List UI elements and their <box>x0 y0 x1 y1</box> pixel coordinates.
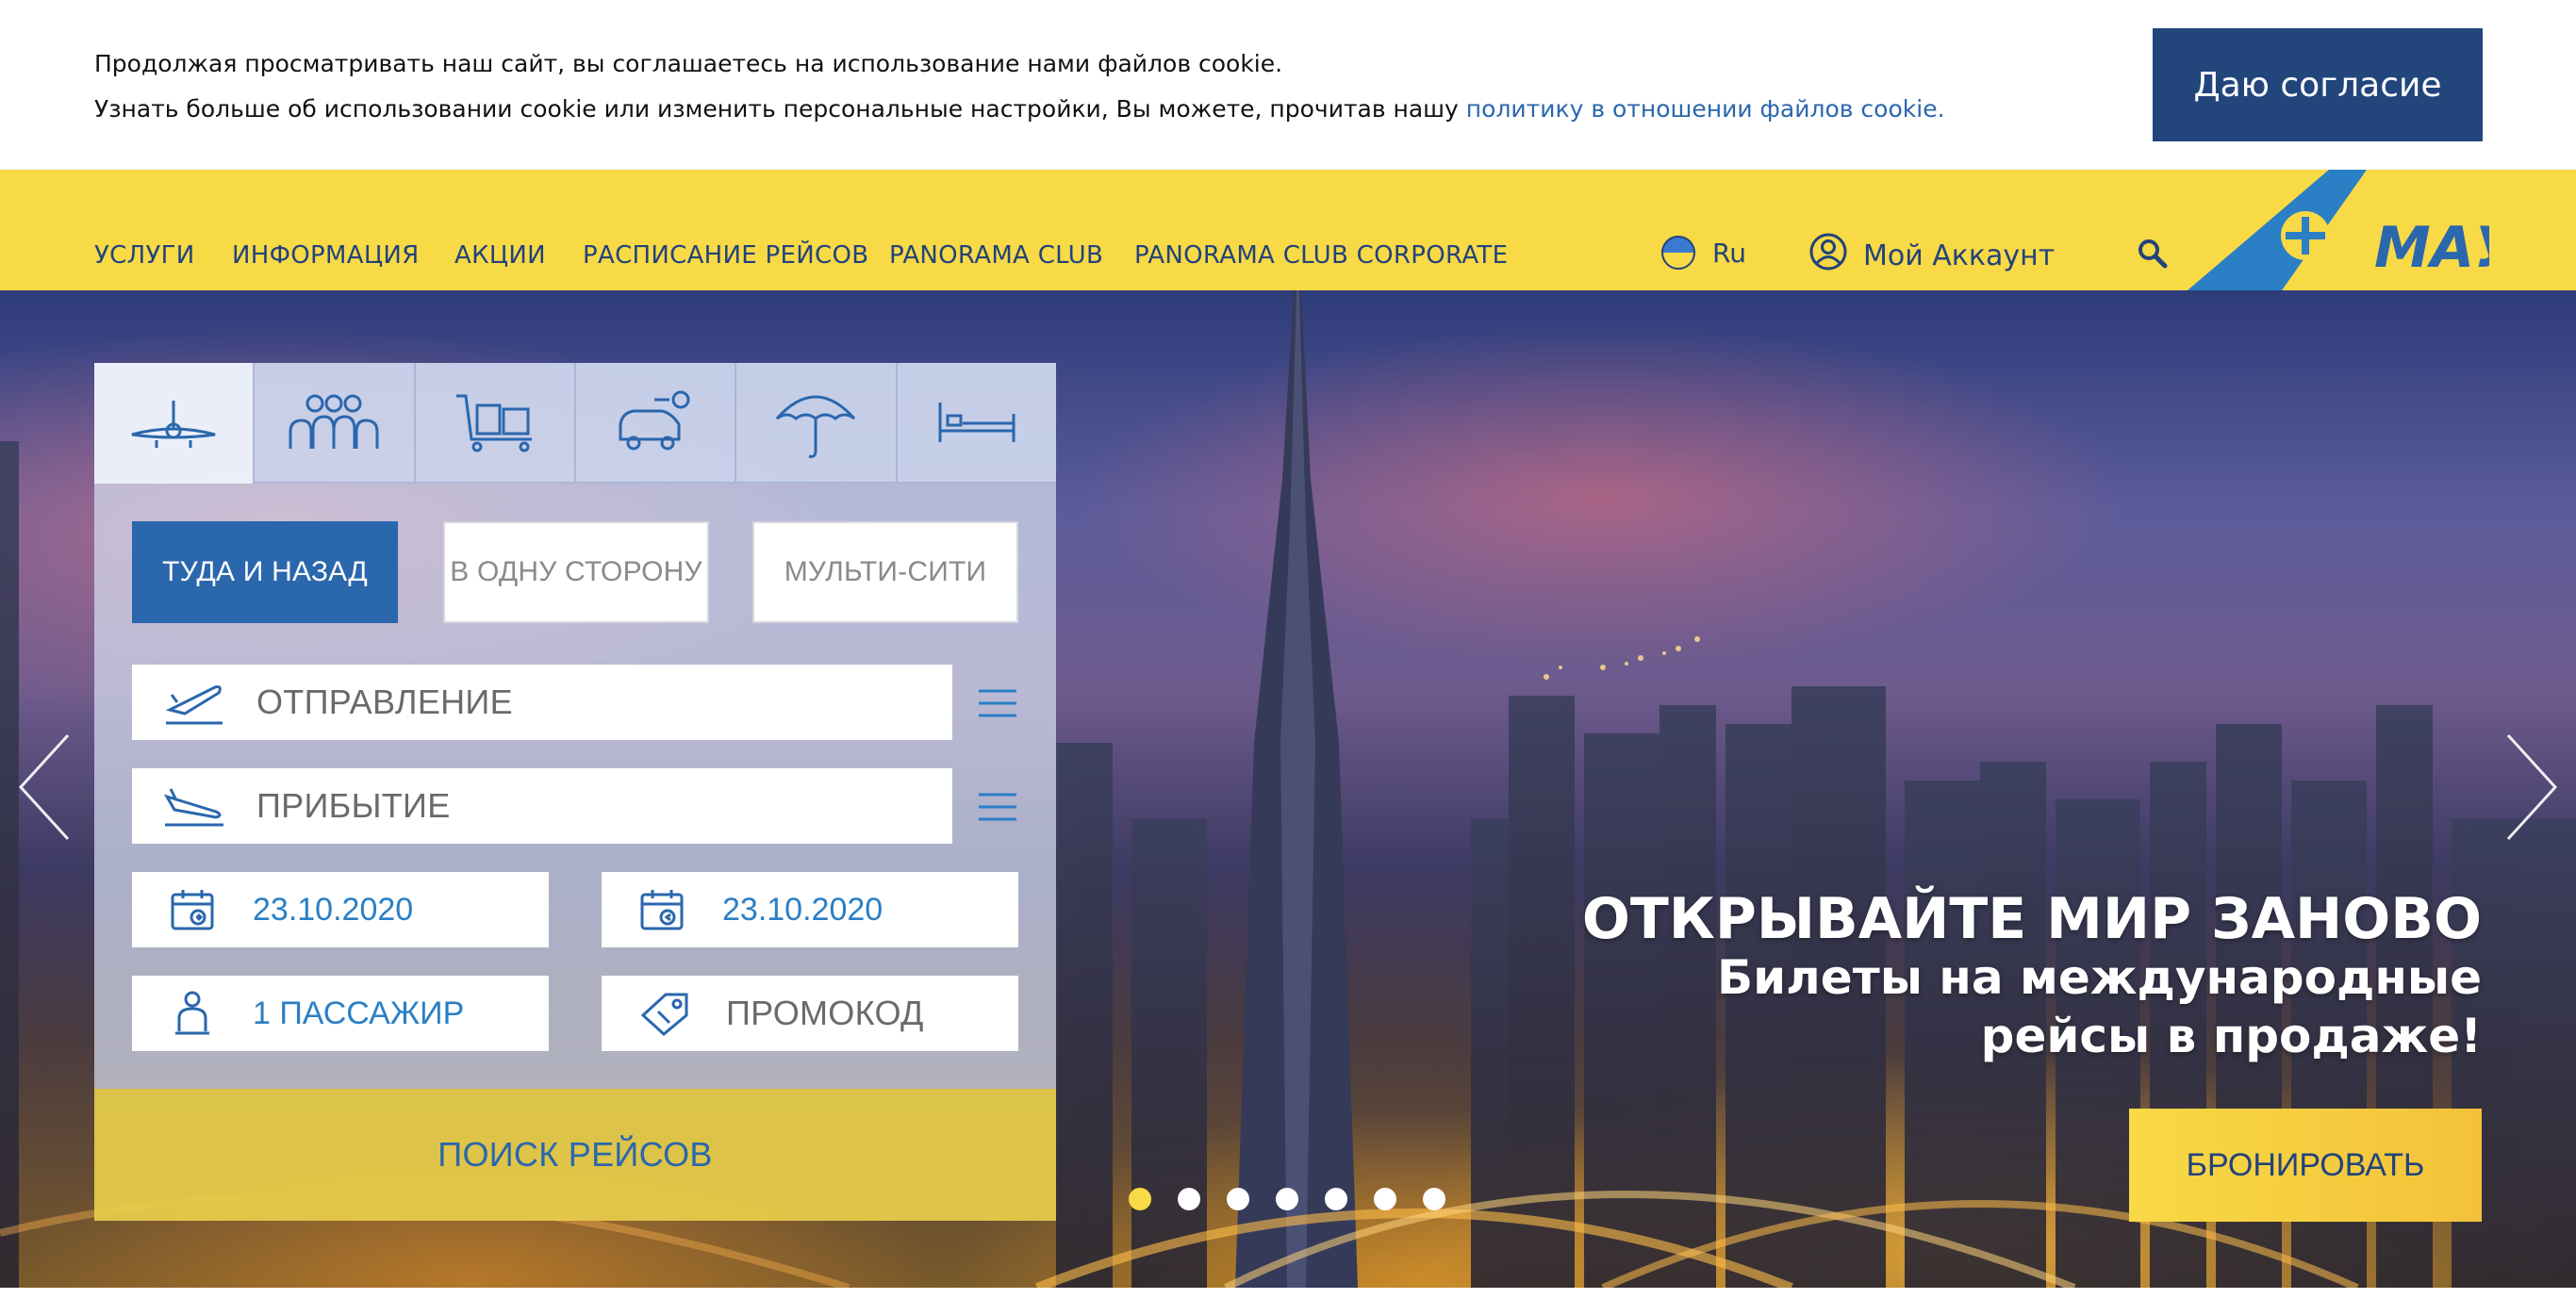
consent-button[interactable]: Даю согласие <box>2153 28 2483 141</box>
nav-item-information[interactable]: ИНФОРМАЦИЯ <box>232 170 419 290</box>
book-button[interactable]: БРОНИРОВАТЬ <box>2129 1109 2482 1222</box>
return-date-value: 23.10.2020 <box>722 891 883 928</box>
slider-dot-2[interactable] <box>1178 1188 1200 1210</box>
language-selector[interactable]: Ru <box>1661 236 1746 270</box>
cookie-line-1: Продолжая просматривать наш сайт, вы сог… <box>94 50 1283 77</box>
cookie-policy-link[interactable]: политику в отношении файлов cookie. <box>1466 95 1945 123</box>
account-link[interactable]: Мой Аккаунт <box>1808 232 2055 279</box>
booking-tabs <box>94 363 1056 484</box>
group-icon <box>289 394 379 449</box>
promo-title: ОТКРЫВАЙТЕ МИР ЗАНОВО <box>1581 886 2482 952</box>
logo-text: МАУ <box>2374 215 2489 281</box>
passengers-value: 1 ПАССАЖИР <box>253 995 465 1031</box>
cookie-banner: Продолжая просматривать наш сайт, вы сог… <box>0 0 2576 170</box>
slider-dot-6[interactable] <box>1374 1188 1396 1210</box>
mau-logo[interactable]: МАУ <box>2188 170 2520 290</box>
search-flights-button[interactable]: ПОИСК РЕЙСОВ <box>94 1089 1056 1221</box>
slider-dot-7[interactable] <box>1423 1188 1445 1210</box>
departure-field[interactable]: ОТПРАВЛЕНИЕ <box>132 665 952 740</box>
cookie-message: Продолжая просматривать наш сайт, вы сог… <box>94 41 1945 132</box>
tab-insurance[interactable] <box>735 363 896 484</box>
main-nav: УСЛУГИ ИНФОРМАЦИЯ АКЦИИ РАСПИСАНИЕ РЕЙСО… <box>0 170 2576 290</box>
language-label: Ru <box>1712 237 1746 269</box>
landing-icon <box>132 783 256 829</box>
luggage-icon <box>455 394 532 452</box>
passengers-field[interactable]: 1 ПАССАЖИР <box>132 976 549 1051</box>
next-slide-arrow[interactable] <box>2499 726 2565 848</box>
slider-dot-1[interactable] <box>1129 1188 1151 1210</box>
slider-dots <box>1129 1188 1445 1210</box>
account-label: Мой Аккаунт <box>1863 238 2056 272</box>
round-trip-button[interactable]: ТУДА И НАЗАД <box>132 521 398 623</box>
nav-item-panorama-club[interactable]: PANORAMA CLUB <box>889 170 1103 290</box>
cookie-line-2-text: Узнать больше об использовании cookie ил… <box>94 95 1466 123</box>
departure-date-value: 23.10.2020 <box>253 891 414 928</box>
slider-dot-3[interactable] <box>1227 1188 1249 1210</box>
calendar-back-icon <box>602 887 722 932</box>
calendar-out-icon <box>132 887 253 932</box>
tab-flights[interactable] <box>94 363 254 484</box>
departure-date-field[interactable]: 23.10.2020 <box>132 872 549 947</box>
tag-icon <box>602 991 726 1036</box>
cookie-line-2: Узнать больше об использовании cookie ил… <box>94 87 1945 132</box>
multi-city-button[interactable]: МУЛЬТИ-СИТИ <box>752 521 1018 623</box>
nav-item-offers[interactable]: АКЦИИ <box>454 170 546 290</box>
hero-slider: ТУДА И НАЗАД В ОДНУ СТОРОНУ МУЛЬТИ-СИТИ … <box>0 290 2576 1288</box>
promo-code-field[interactable]: ПРОМОКОД <box>602 976 1018 1051</box>
slider-dot-5[interactable] <box>1325 1188 1347 1210</box>
tab-baggage[interactable] <box>413 363 574 484</box>
promo-subtitle: Билеты на международные рейсы в продаже! <box>1717 950 2482 1063</box>
umbrella-icon <box>776 395 856 458</box>
bed-icon <box>938 403 1016 442</box>
plane-icon <box>131 401 216 448</box>
takeoff-icon <box>132 678 256 727</box>
booking-widget: ТУДА И НАЗАД В ОДНУ СТОРОНУ МУЛЬТИ-СИТИ … <box>94 363 1056 1221</box>
nav-item-services[interactable]: УСЛУГИ <box>94 170 195 290</box>
flag-icon <box>1661 236 1695 270</box>
tab-car-rental[interactable] <box>573 363 735 484</box>
search-icon[interactable] <box>2137 238 2169 270</box>
promo-code-placeholder: ПРОМОКОД <box>726 994 924 1032</box>
prev-slide-arrow[interactable] <box>11 726 77 848</box>
departure-list-icon[interactable] <box>979 687 1016 719</box>
arrival-placeholder: ПРИБЫТИЕ <box>256 786 451 825</box>
arrival-list-icon[interactable] <box>979 791 1016 823</box>
departure-placeholder: ОТПРАВЛЕНИЕ <box>256 682 513 721</box>
tab-hotels[interactable] <box>895 363 1056 484</box>
tab-groups[interactable] <box>253 363 414 484</box>
nav-item-panorama-corporate[interactable]: PANORAMA CLUB CORPORATE <box>1134 170 1508 290</box>
nav-item-schedule[interactable]: РАСПИСАНИЕ РЕЙСОВ <box>583 170 868 290</box>
user-icon <box>1808 232 1848 279</box>
car-icon <box>619 390 690 451</box>
passenger-icon <box>132 990 253 1037</box>
one-way-button[interactable]: В ОДНУ СТОРОНУ <box>443 521 709 623</box>
return-date-field[interactable]: 23.10.2020 <box>602 872 1018 947</box>
arrival-field[interactable]: ПРИБЫТИЕ <box>132 768 952 844</box>
slider-dot-4[interactable] <box>1276 1188 1298 1210</box>
